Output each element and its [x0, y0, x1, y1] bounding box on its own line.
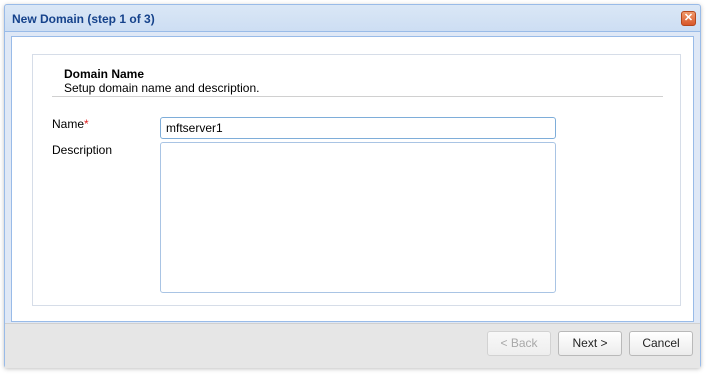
section-subtitle: Setup domain name and description. — [64, 81, 260, 95]
cancel-button[interactable]: Cancel — [629, 331, 693, 356]
close-icon[interactable]: ✕ — [681, 11, 696, 26]
dialog-footer: < Back Next > Cancel — [5, 323, 700, 368]
next-button[interactable]: Next > — [558, 331, 622, 356]
section-title: Domain Name — [64, 67, 145, 81]
name-input[interactable] — [160, 117, 556, 139]
description-label: Description — [52, 143, 113, 157]
domain-name-panel: Domain Name Setup domain name and descri… — [32, 54, 681, 306]
required-marker: * — [84, 117, 89, 131]
dialog-title: New Domain (step 1 of 3) — [12, 12, 155, 26]
new-domain-dialog: New Domain (step 1 of 3) ✕ Domain Name S… — [4, 4, 701, 368]
name-label: Name* — [52, 117, 89, 131]
dialog-titlebar[interactable]: New Domain (step 1 of 3) ✕ — [5, 5, 700, 32]
section-divider — [52, 96, 663, 97]
back-button[interactable]: < Back — [487, 331, 551, 356]
description-textarea[interactable] — [160, 142, 556, 293]
name-label-text: Name — [52, 117, 85, 131]
dialog-body: Domain Name Setup domain name and descri… — [11, 36, 694, 322]
